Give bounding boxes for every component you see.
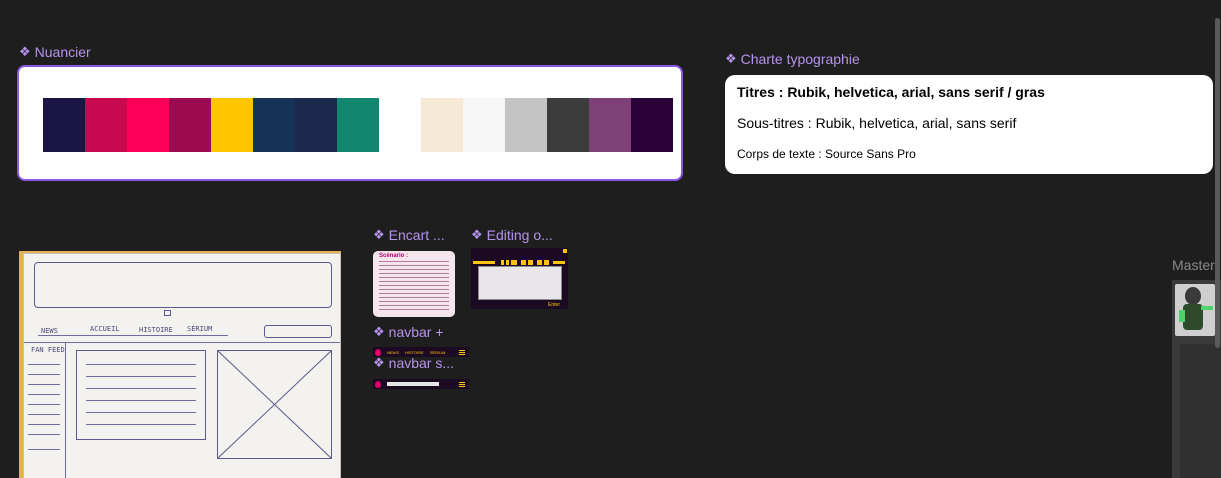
typo-corps: Corps de texte : Source Sans Pro [737,147,916,161]
sketch-image-placeholder [217,350,332,459]
color-swatch[interactable] [211,98,253,152]
drop-logo-icon [375,380,381,388]
color-swatch[interactable] [85,98,127,152]
frame-label-charte[interactable]: ❖ Charte typographie [725,51,860,67]
frame-title: Charte typographie [740,51,860,67]
frame-label-nuancier[interactable]: ❖ Nuancier [19,44,91,60]
typo-titres: Titres : Rubik, helvetica, arial, sans s… [737,84,1045,100]
component-icon: ❖ [725,51,737,66]
frame-title: navbar + [388,324,444,340]
color-swatch[interactable] [337,98,379,152]
editor-toolbar [473,253,566,265]
sketch-fan-feed: FAN FEED [31,346,65,354]
editor-text-area [478,266,562,300]
sketch-sidebar-line [65,342,66,478]
editor-enter-label: Enter [548,302,560,308]
encart-heading: Scénario : [379,253,409,259]
sketch-nav-item: ACCUEIL [90,325,120,333]
component-icon: ❖ [373,324,385,339]
charte-typographie-frame[interactable]: Titres : Rubik, helvetica, arial, sans s… [725,75,1213,174]
navbar-s-thumbnail[interactable] [373,379,469,389]
frame-title: Encart ... [388,227,445,243]
editing-thumbnail[interactable]: Enter [471,248,568,309]
navbar-item: SÉRIUM [429,349,446,355]
component-icon: ❖ [373,227,385,242]
sketch-header-box [34,262,332,308]
color-swatch[interactable] [589,98,631,152]
color-swatch[interactable] [463,98,505,152]
frame-title: Nuancier [34,44,91,60]
sketch-nav-item: SÉRIUM [187,325,213,333]
sketch-logo [164,310,171,316]
navbar-plus-thumbnail[interactable]: NEWS HISTOIRE SÉRIUM [373,347,469,357]
color-swatch[interactable] [421,98,463,152]
component-icon: ❖ [373,355,385,370]
color-swatch[interactable] [379,98,421,152]
color-swatch[interactable] [169,98,211,152]
typo-sous-titres: Sous-titres : Rubik, helvetica, arial, s… [737,115,1017,131]
frame-title: Editing o... [486,227,553,243]
color-swatch[interactable] [43,98,85,152]
color-swatch[interactable] [631,98,673,152]
frame-label-editing[interactable]: ❖ Editing o... [471,227,553,243]
sketch-search-box [264,325,332,338]
drop-logo-icon [375,348,381,356]
master-content [1180,344,1221,478]
component-icon: ❖ [471,227,483,242]
color-swatch[interactable] [253,98,295,152]
component-icon: ❖ [19,44,31,59]
vertical-scrollbar[interactable] [1215,18,1220,348]
sketch-paper: NEWS ACCUEIL HISTOIRE SÉRIUM FAN FEED [23,253,341,478]
sketch-nav-item: HISTOIRE [139,326,173,334]
nuancier-frame[interactable] [17,65,683,181]
navbar-search-bar [387,382,439,386]
frame-title: navbar s... [388,355,455,371]
navbar-item: NEWS [387,349,399,355]
encart-thumbnail[interactable]: Scénario : [373,251,455,317]
color-swatch[interactable] [295,98,337,152]
color-swatches [43,98,673,152]
master-frame[interactable] [1172,280,1221,478]
color-swatch[interactable] [505,98,547,152]
wireframe-sketch[interactable]: NEWS ACCUEIL HISTOIRE SÉRIUM FAN FEED [19,251,341,478]
hamburger-icon [459,381,465,387]
frame-label-master[interactable]: Master [1172,257,1215,273]
color-swatch[interactable] [547,98,589,152]
sketch-nav-item: NEWS [41,327,58,335]
frame-label-encart[interactable]: ❖ Encart ... [373,227,445,243]
frame-label-navbar-s[interactable]: ❖ navbar s... [373,355,454,371]
sketch-nav-underline [38,335,228,336]
navbar-item: HISTOIRE [405,349,424,355]
frame-label-navbar-plus[interactable]: ❖ navbar + [373,324,444,340]
color-swatch[interactable] [127,98,169,152]
sketch-divider [24,342,340,343]
hamburger-icon [459,349,465,355]
encart-text-lines [379,261,449,313]
character-avatar [1175,284,1215,336]
